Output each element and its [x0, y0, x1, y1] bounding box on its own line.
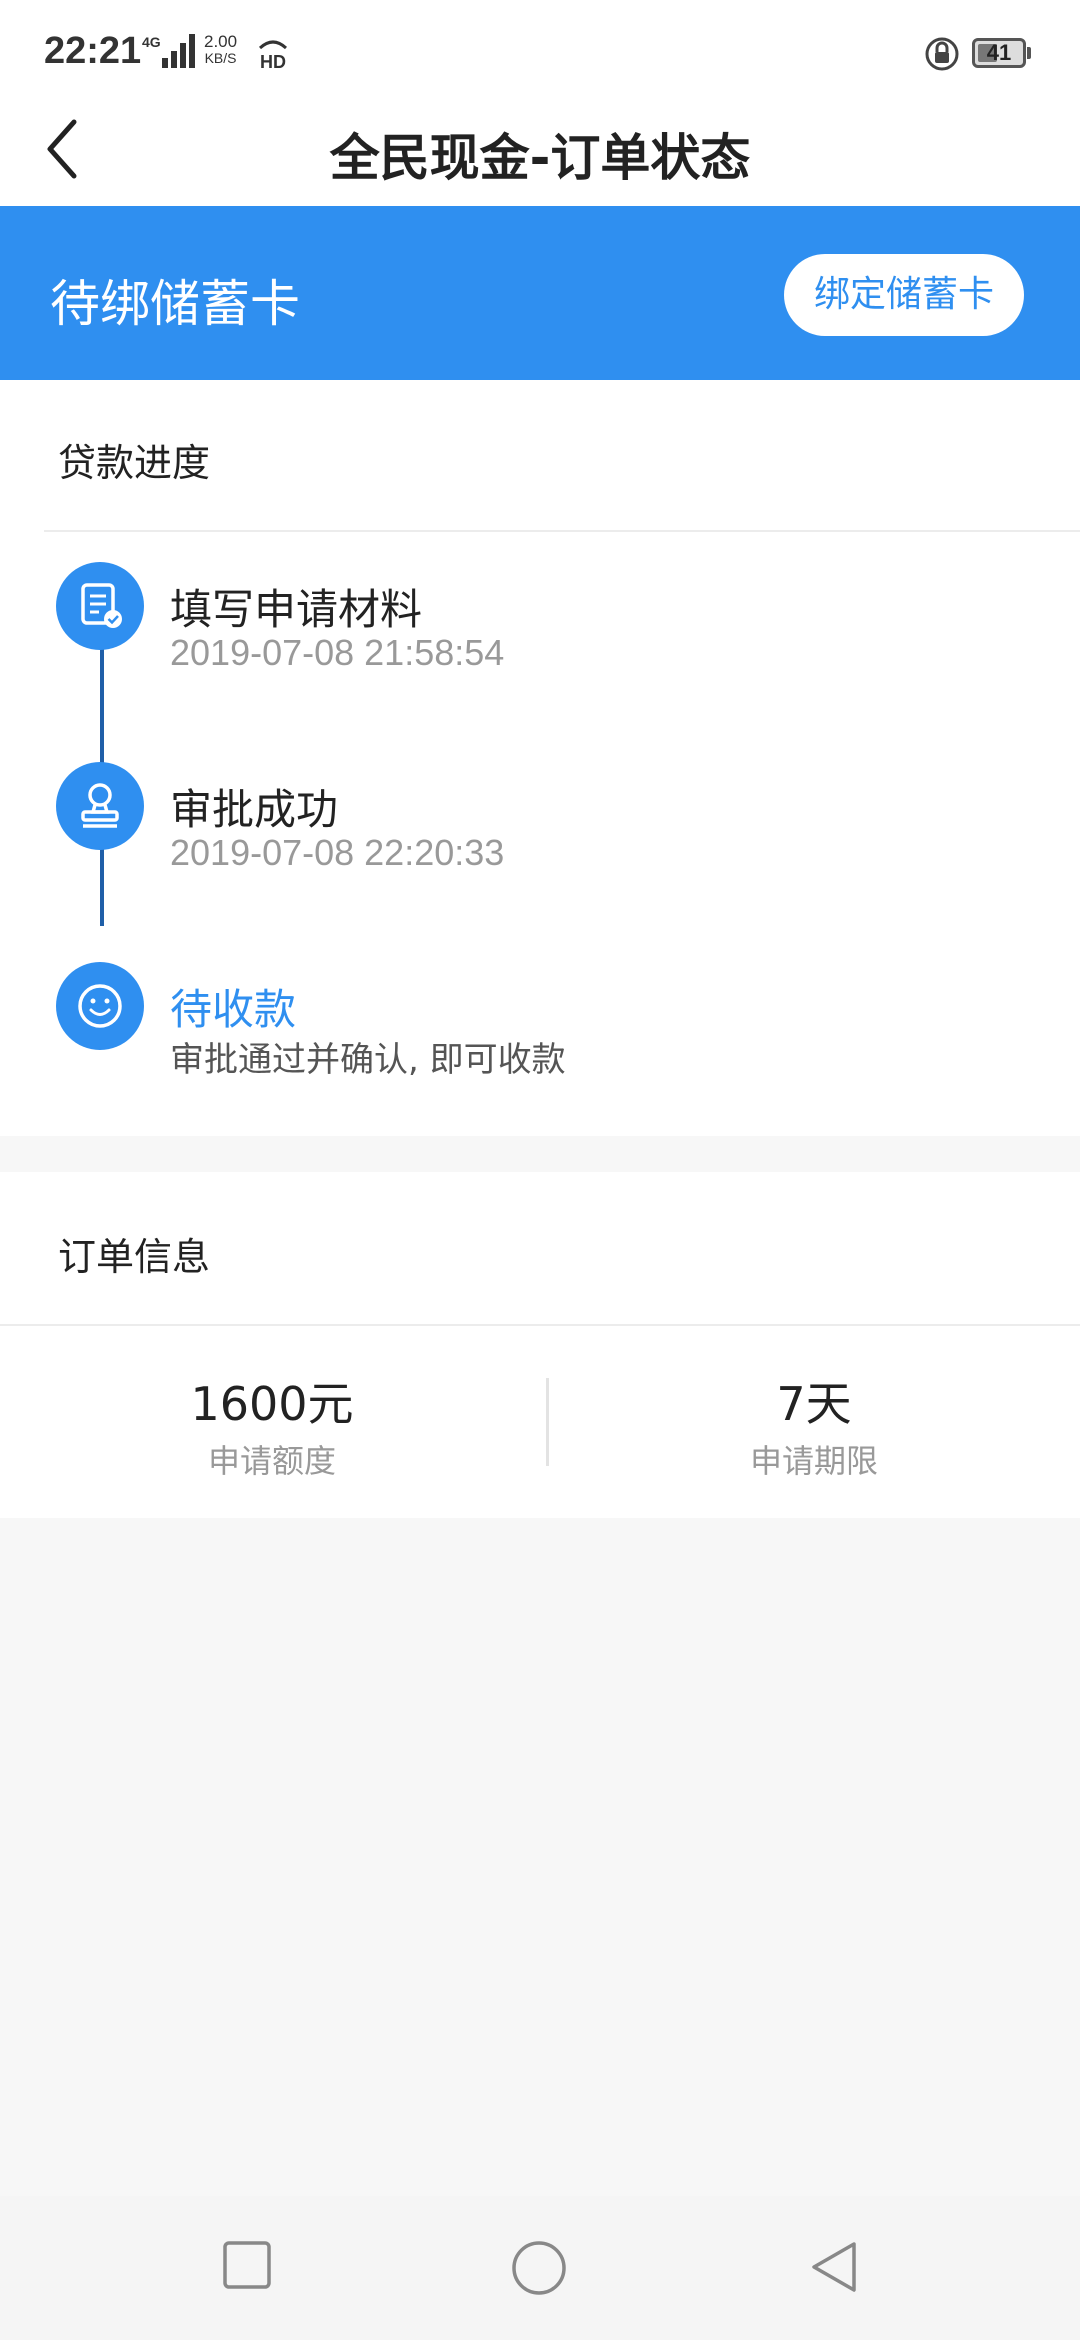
page-title: 全民现金-订单状态 [329, 129, 751, 187]
home-button[interactable] [511, 2240, 567, 2296]
loan-term-label: 申请期限 [749, 1442, 878, 1480]
battery-indicator: 41 [972, 38, 1031, 68]
step-icon-approved [56, 762, 144, 850]
bind-debit-card-button[interactable]: 绑定储蓄卡 [784, 254, 1024, 336]
step-icon-pending [56, 962, 144, 1050]
step-title: 审批成功 [170, 785, 339, 834]
battery-percent: 41 [986, 40, 1012, 65]
divider [44, 530, 1080, 532]
step-timestamp: 2019-07-08 22:20:33 [170, 832, 505, 873]
loan-amount: 1600元 申请额度 [2, 1368, 542, 1482]
step-note: 审批通过并确认, 即可收款 [170, 1040, 566, 1080]
step-timestamp: 2019-07-08 21:58:54 [170, 632, 505, 673]
order-info-card: 订单信息 1600元 申请额度 7天 申请期限 [0, 1172, 1080, 1518]
status-bar: 22:21 4G 2.00 KB/S HD 41 [0, 0, 1080, 100]
loan-amount-label: 申请额度 [207, 1442, 336, 1480]
network-speed-unit: KB/S [204, 50, 237, 66]
network-speed-value: 2.00 [204, 32, 238, 51]
progress-section-title: 贷款进度 [58, 441, 211, 485]
order-section-title: 订单信息 [58, 1235, 211, 1279]
svg-text:HD: HD [260, 52, 286, 70]
stamp-icon [81, 783, 119, 828]
loan-term-value: 7天 [776, 1377, 852, 1431]
system-nav-bar [0, 2196, 1080, 2340]
app-header: 全民现金-订单状态 [0, 100, 1080, 206]
document-check-icon [81, 583, 122, 628]
network-speed: 2.00 KB/S [204, 32, 238, 66]
step-icon-apply [56, 562, 144, 650]
signal-icon [162, 34, 195, 68]
order-status-text: 待绑储蓄卡 [50, 275, 300, 333]
smile-icon [78, 984, 122, 1028]
loan-term: 7天 申请期限 [544, 1368, 1080, 1482]
loan-amount-value: 1600元 [190, 1377, 354, 1431]
rotation-lock-icon [925, 37, 959, 71]
divider [0, 1324, 1080, 1326]
status-time: 22:21 [44, 30, 142, 72]
back-nav-button[interactable] [808, 2240, 860, 2294]
step-title: 填写申请材料 [170, 585, 423, 634]
hd-icon: HD [258, 40, 288, 70]
step-title: 待收款 [170, 985, 297, 1034]
loan-progress-card: 贷款进度 填写申请材料 2019-07-08 21:58:54 审批成功 201… [0, 380, 1080, 1136]
recent-apps-button[interactable] [222, 2240, 272, 2290]
status-banner: 待绑储蓄卡 绑定储蓄卡 [0, 206, 1080, 380]
network-type: 4G [142, 34, 161, 50]
